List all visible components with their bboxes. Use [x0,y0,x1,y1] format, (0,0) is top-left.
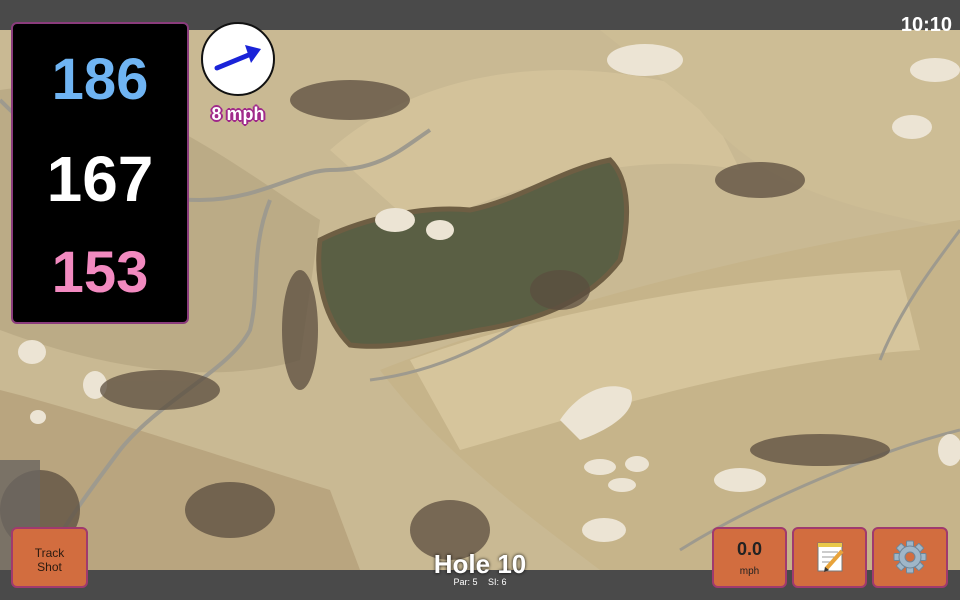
distance-back: 186 [51,47,149,112]
wind-arrow-icon [214,45,261,71]
track-shot-label-2: Shot [37,560,62,574]
hole-info: Par: 5 SI: 6 [380,577,580,587]
notes-button[interactable] [792,527,867,588]
settings-button[interactable] [872,527,948,588]
speed-unit: mph [739,566,760,577]
hole-title: Hole 10 [433,549,527,579]
clock: 10:10 [900,14,952,36]
notepad-icon [817,542,844,572]
distance-front: 153 [51,240,149,305]
track-shot-button[interactable]: Track Shot [11,527,88,588]
wind-speed: 8 mph [211,104,265,124]
hole-si: SI: 6 [488,577,507,587]
track-shot-label-1: Track [34,546,65,560]
wind-indicator [201,22,275,96]
distance-middle: 167 [46,143,154,215]
gear-icon [893,540,927,574]
hole-par: Par: 5 [453,577,478,587]
distance-panel: 186 167 153 [11,22,189,324]
speed-value: 0.0 [736,539,763,559]
speed-button[interactable]: 0.0 mph [712,527,787,588]
